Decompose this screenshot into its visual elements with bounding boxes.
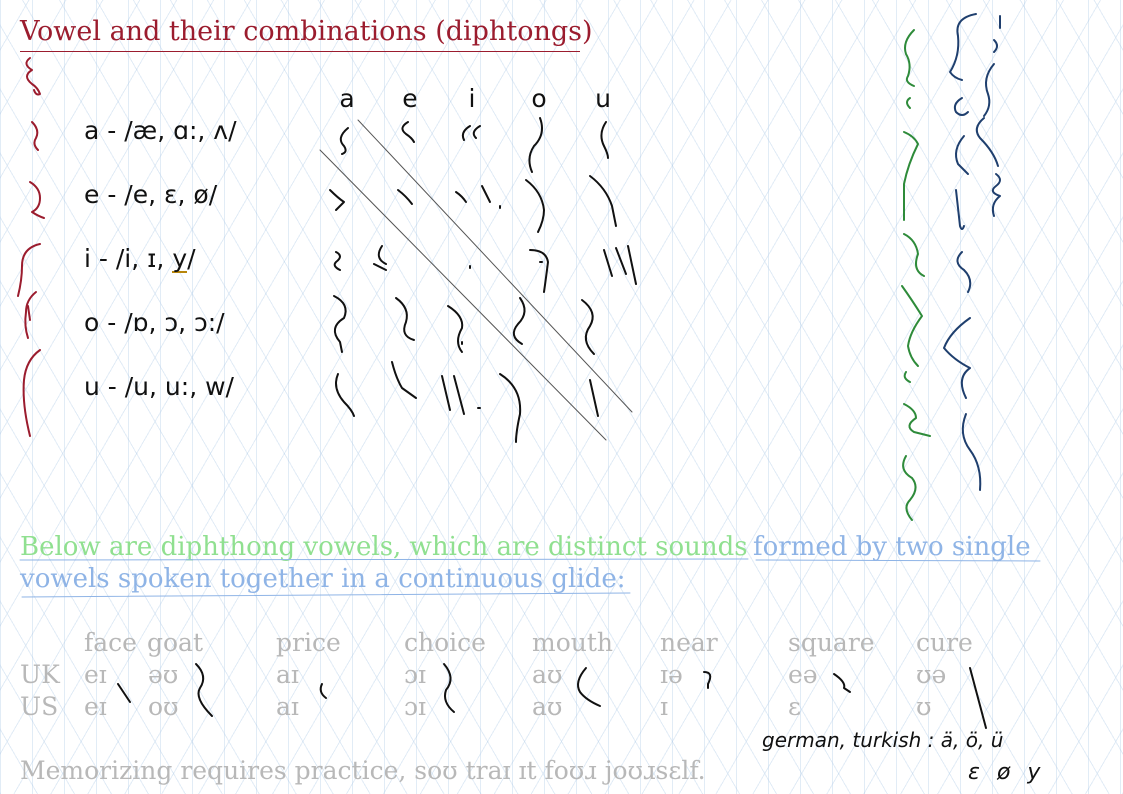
paragraph-underline-2 bbox=[755, 559, 1041, 562]
matrix-shorthand-strokes bbox=[319, 117, 637, 443]
ink-layer bbox=[17, 13, 1041, 729]
paragraph-underline-3 bbox=[21, 592, 631, 598]
navy-shorthand-strokes bbox=[943, 13, 1001, 491]
paragraph-underline-1 bbox=[19, 558, 749, 561]
table-shorthand-strokes bbox=[117, 663, 987, 729]
green-shorthand-strokes bbox=[901, 29, 931, 521]
red-shorthand-strokes bbox=[17, 57, 45, 437]
